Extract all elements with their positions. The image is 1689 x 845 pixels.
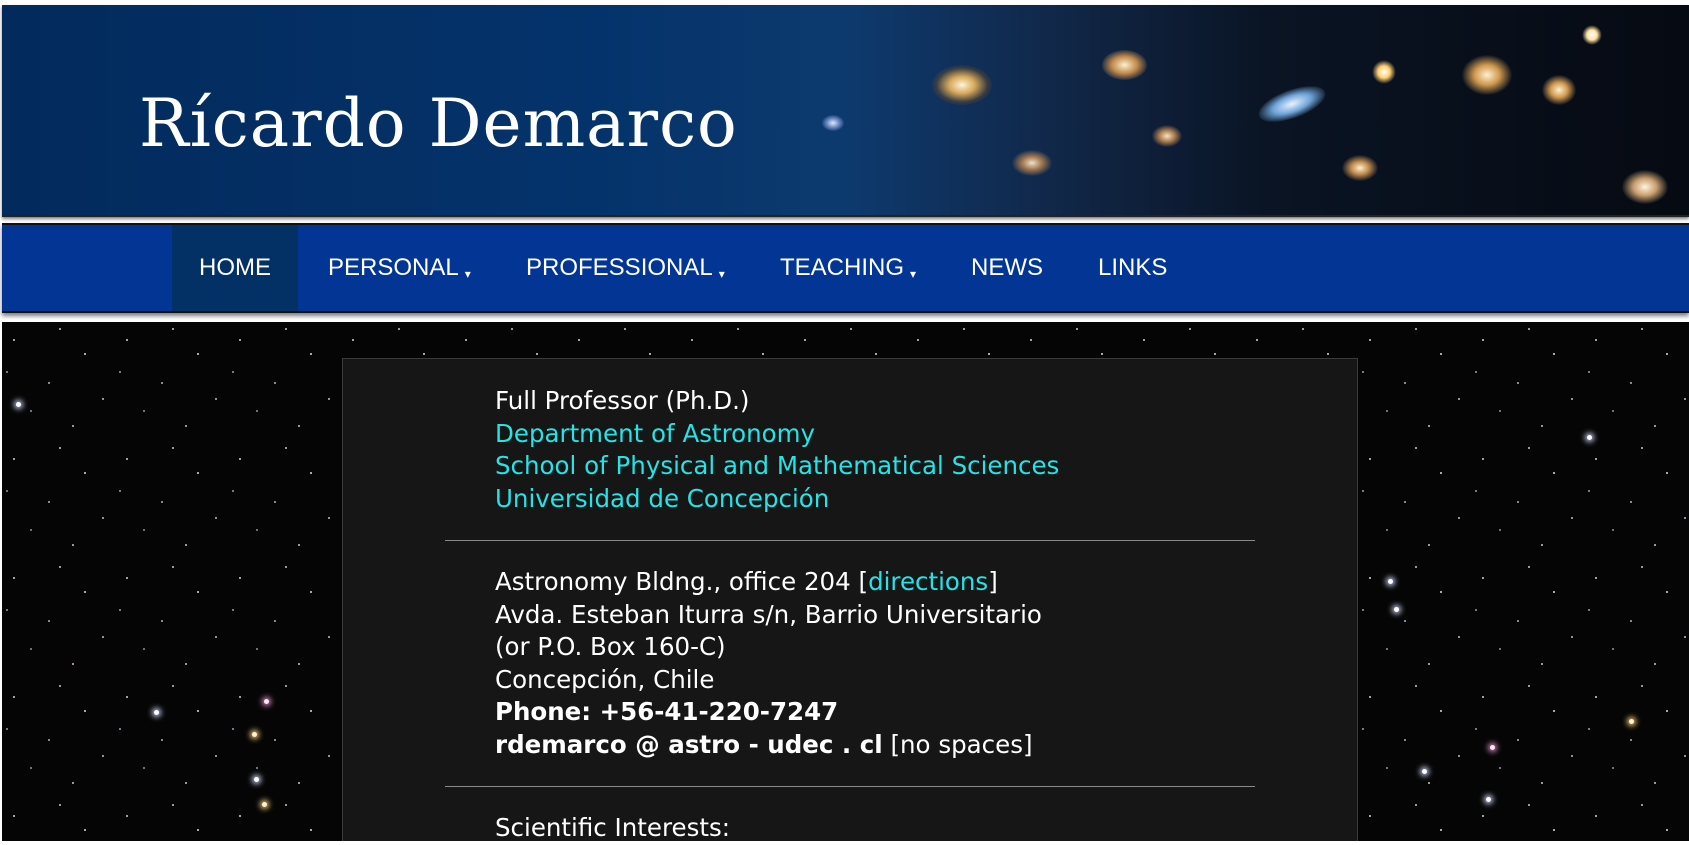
position-title: Full Professor (Ph.D.)	[495, 386, 750, 415]
email-address: rdemarco @ astro - udec . cl	[495, 729, 883, 759]
star-decoration	[1629, 719, 1634, 724]
affiliation-block: Full Professor (Ph.D.) Department of Ast…	[495, 385, 1059, 515]
galaxy-decoration	[1372, 60, 1396, 84]
divider	[445, 540, 1255, 541]
nav-item-label: LINKS	[1098, 254, 1168, 281]
nav-item-label: PERSONAL	[328, 254, 459, 281]
email-note: [no spaces]	[882, 729, 1033, 759]
main-nav: HOME PERSONAL ▾ PROFESSIONAL ▾ TEACHING ▾ N…	[2, 223, 1689, 313]
nav-item-label: HOME	[199, 254, 271, 281]
nav-item-professional[interactable]: PROFESSIONAL ▾	[498, 225, 753, 311]
star-decoration	[1490, 745, 1495, 750]
interests-block: Scientific Interests:	[495, 812, 730, 845]
department-link[interactable]: Department of Astronomy	[495, 418, 1059, 451]
galaxy-decoration	[1342, 155, 1378, 181]
content-panel: Full Professor (Ph.D.) Department of Ast…	[342, 358, 1358, 842]
galaxy-decoration	[822, 115, 844, 131]
phone-number: Phone: +56-41-220-7247	[495, 697, 839, 726]
star-decoration	[264, 699, 269, 704]
nav-item-home[interactable]: HOME	[172, 225, 298, 311]
galaxy-decoration	[1542, 75, 1576, 105]
divider	[445, 786, 1255, 787]
star-decoration	[1587, 435, 1592, 440]
nav-item-links[interactable]: LINKS	[1070, 225, 1195, 311]
star-decoration	[254, 777, 259, 782]
galaxy-decoration	[1462, 55, 1512, 95]
header-banner: Rícardo Demarco	[2, 5, 1689, 217]
star-decoration	[154, 710, 159, 715]
galaxy-decoration	[1254, 78, 1330, 130]
star-decoration	[1422, 769, 1427, 774]
site-title: Rícardo Demarco	[139, 85, 738, 162]
galaxy-decoration	[1152, 125, 1182, 147]
school-link[interactable]: School of Physical and Mathematical Scie…	[495, 450, 1059, 483]
galaxy-decoration	[932, 65, 992, 105]
contact-block: Astronomy Bldng., office 204 [directions…	[495, 566, 1042, 761]
star-decoration	[1486, 797, 1491, 802]
star-decoration	[16, 402, 21, 407]
interests-heading: Scientific Interests:	[495, 813, 730, 842]
email-line: rdemarco @ astro - udec . cl [no spaces]	[495, 729, 1042, 762]
nav-item-personal[interactable]: PERSONAL ▾	[300, 225, 499, 311]
nav-item-news[interactable]: NEWS	[943, 225, 1071, 311]
galaxy-decoration	[1622, 170, 1668, 204]
nav-item-label: NEWS	[971, 254, 1043, 281]
office-bracket: ]	[988, 567, 998, 596]
office-line: Astronomy Bldng., office 204 [directions…	[495, 566, 1042, 599]
office-text: Astronomy Bldng., office 204 [	[495, 567, 869, 596]
po-box: (or P.O. Box 160-C)	[495, 632, 726, 661]
university-link[interactable]: Universidad de Concepción	[495, 483, 1059, 516]
chevron-down-icon: ▾	[464, 267, 471, 281]
chevron-down-icon: ▾	[718, 267, 725, 281]
chevron-down-icon: ▾	[910, 267, 917, 281]
street-address: Avda. Esteban Iturra s/n, Barrio Univers…	[495, 599, 1042, 629]
galaxy-decoration	[1012, 150, 1052, 176]
star-decoration	[1388, 579, 1393, 584]
nav-item-teaching[interactable]: TEACHING ▾	[752, 225, 944, 311]
star-decoration	[1394, 607, 1399, 612]
galaxy-decoration	[1102, 50, 1147, 80]
star-decoration	[262, 802, 267, 807]
star-decoration	[252, 732, 257, 737]
nav-item-label: TEACHING	[780, 254, 905, 281]
directions-link[interactable]: directions	[868, 567, 988, 596]
galaxy-decoration	[1582, 25, 1602, 45]
nav-item-label: PROFESSIONAL	[526, 254, 713, 281]
city: Concepción, Chile	[495, 664, 715, 694]
